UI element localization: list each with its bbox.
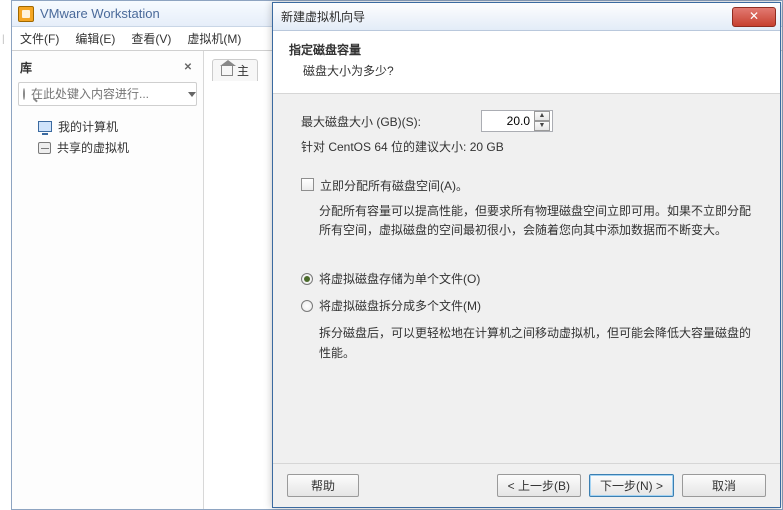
spinner-down-button[interactable]: ▼ [534, 121, 550, 131]
sidebar-close-icon[interactable]: ✕ [181, 61, 195, 75]
allocate-now-checkbox[interactable] [301, 178, 314, 191]
left-strip [0, 0, 11, 510]
shared-icon [38, 142, 51, 154]
dialog-close-button[interactable]: ✕ [732, 7, 776, 27]
spinner-up-button[interactable]: ▲ [534, 111, 550, 121]
store-split-row[interactable]: 将虚拟磁盘拆分成多个文件(M) [301, 297, 756, 314]
help-button[interactable]: 帮助 [287, 474, 359, 497]
dialog-titlebar[interactable]: 新建虚拟机向导 ✕ [273, 3, 780, 31]
back-button[interactable]: < 上一步(B) [497, 474, 581, 497]
search-icon [23, 88, 25, 100]
sidebar-item-label: 共享的虚拟机 [57, 139, 129, 156]
store-single-radio[interactable] [301, 273, 313, 285]
wizard-dialog: 新建虚拟机向导 ✕ 指定磁盘容量 磁盘大小为多少? 最大磁盘大小 (GB)(S)… [272, 2, 781, 508]
allocate-now-desc: 分配所有容量可以提高性能，但要求所有物理磁盘空间立即可用。如果不立即分配所有空间… [301, 202, 756, 240]
dialog-title: 新建虚拟机向导 [281, 8, 365, 25]
dialog-subheading: 磁盘大小为多少? [289, 62, 764, 79]
dialog-body: 最大磁盘大小 (GB)(S): ▲ ▼ 针对 CentOS 64 位的建议大小:… [273, 94, 780, 371]
dialog-heading: 指定磁盘容量 [289, 41, 764, 58]
disk-size-input-wrap: ▲ ▼ [481, 110, 553, 132]
sidebar-item-shared-vms[interactable]: 共享的虚拟机 [20, 137, 195, 158]
disk-size-row: 最大磁盘大小 (GB)(S): ▲ ▼ [301, 110, 756, 132]
disk-size-spinner: ▲ ▼ [534, 111, 550, 131]
menu-view[interactable]: 查看(V) [131, 30, 171, 47]
disk-size-label: 最大磁盘大小 (GB)(S): [301, 113, 481, 130]
sidebar: 库 ✕ 我的计算机 共享的虚拟机 [12, 51, 204, 509]
sidebar-item-my-computer[interactable]: 我的计算机 [20, 116, 195, 137]
menu-file[interactable]: 文件(F) [20, 30, 59, 47]
sidebar-title: 库 [20, 59, 32, 76]
allocate-now-label: 立即分配所有磁盘空间(A)。 [320, 177, 468, 194]
app-title: VMware Workstation [40, 6, 160, 21]
store-split-radio[interactable] [301, 300, 313, 312]
chevron-down-icon[interactable] [188, 92, 196, 97]
app-icon [18, 6, 34, 22]
store-single-label: 将虚拟磁盘存储为单个文件(O) [319, 270, 480, 287]
cancel-button[interactable]: 取消 [682, 474, 766, 497]
sidebar-tree: 我的计算机 共享的虚拟机 [18, 110, 197, 164]
disk-size-input[interactable] [482, 113, 532, 129]
search-wrap[interactable] [18, 82, 197, 106]
store-split-desc: 拆分磁盘后，可以更轻松地在计算机之间移动虚拟机，但可能会降低大容量磁盘的性能。 [301, 324, 756, 362]
menu-edit[interactable]: 编辑(E) [75, 30, 115, 47]
tab-home[interactable]: 主 [212, 59, 258, 81]
next-button[interactable]: 下一步(N) > [589, 474, 674, 497]
menu-vm[interactable]: 虚拟机(M) [187, 30, 241, 47]
home-icon [221, 66, 233, 76]
dialog-header: 指定磁盘容量 磁盘大小为多少? [273, 31, 780, 94]
dialog-footer: 帮助 < 上一步(B) 下一步(N) > 取消 [273, 463, 780, 507]
store-split-label: 将虚拟磁盘拆分成多个文件(M) [319, 297, 481, 314]
sidebar-item-label: 我的计算机 [58, 118, 118, 135]
tab-home-label: 主 [237, 62, 249, 79]
search-input[interactable] [29, 86, 188, 102]
sidebar-header: 库 ✕ [18, 57, 197, 82]
allocate-now-row[interactable]: 立即分配所有磁盘空间(A)。 [301, 177, 756, 194]
store-single-row[interactable]: 将虚拟磁盘存储为单个文件(O) [301, 270, 756, 287]
monitor-icon [38, 121, 52, 132]
recommended-size-text: 针对 CentOS 64 位的建议大小: 20 GB [301, 138, 756, 155]
